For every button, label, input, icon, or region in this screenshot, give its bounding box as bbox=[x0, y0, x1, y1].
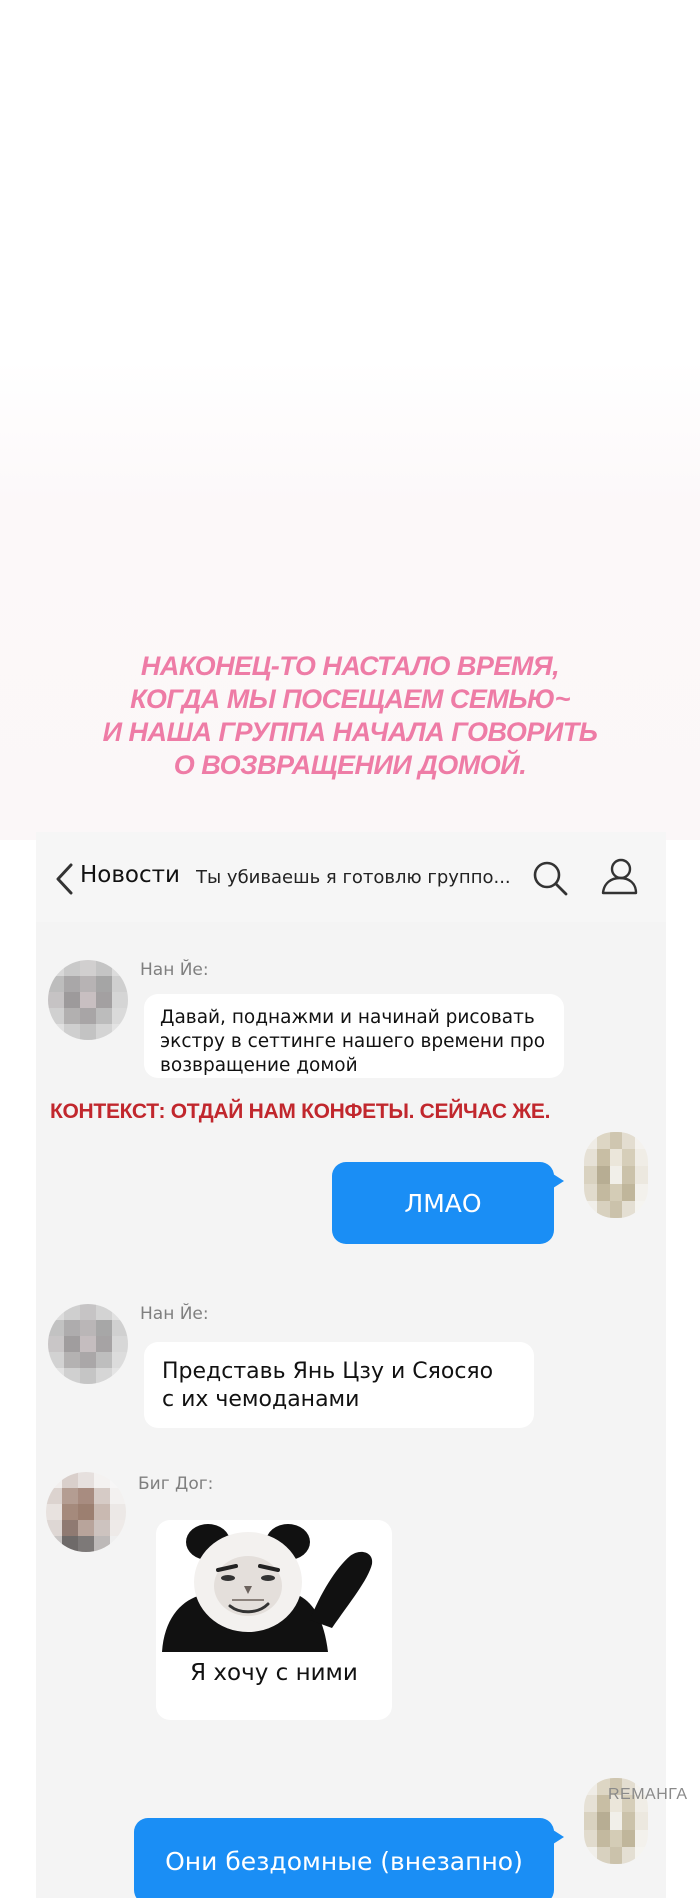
blank-area bbox=[0, 0, 700, 380]
avatar[interactable] bbox=[48, 1304, 128, 1384]
narration-caption: Наконец-то настало время, когда мы посещ… bbox=[0, 650, 700, 782]
context-note: Контекст: Отдай нам конфеты. Сейчас же. bbox=[50, 1100, 551, 1123]
message-line: экстру в сеттинге нашего времени про bbox=[160, 1031, 546, 1052]
own-message-bubble[interactable]: ЛМАО bbox=[332, 1162, 554, 1244]
caption-line: о возвращении домой. bbox=[173, 750, 527, 780]
sender-name: Нан Йе: bbox=[140, 960, 209, 980]
sticker-caption: Я хочу с ними bbox=[190, 1660, 358, 1686]
caption-line: когда мы посещаем семью~ bbox=[130, 684, 570, 714]
message-bubble[interactable]: Давай, поднажми и начинай рисовать экстр… bbox=[144, 994, 564, 1078]
message-line: Представь Янь Цзу и Сяосяо bbox=[162, 1359, 494, 1384]
sender-name: Биг Дог: bbox=[138, 1474, 214, 1494]
caption-line: Наконец-то настало время, bbox=[140, 651, 560, 681]
message-line: с их чемоданами bbox=[162, 1387, 360, 1412]
sticker-message[interactable]: Я хочу с ними bbox=[156, 1520, 392, 1720]
chat-screen: Новости Ты убиваешь я готовлю группо... … bbox=[36, 832, 666, 1898]
own-message-bubble[interactable]: Они бездомные (внезапно) bbox=[134, 1818, 554, 1898]
avatar[interactable] bbox=[48, 960, 128, 1040]
message-line: Давай, поднажми и начинай рисовать bbox=[160, 1007, 535, 1028]
bubble-tail bbox=[550, 1172, 564, 1190]
watermark: REМАНГА bbox=[608, 1786, 688, 1803]
back-button[interactable]: Новости bbox=[80, 862, 180, 888]
avatar[interactable] bbox=[46, 1472, 126, 1552]
chat-header: Новости Ты убиваешь я готовлю группо... bbox=[36, 832, 666, 922]
chat-title: Ты убиваешь я готовлю группо... bbox=[196, 867, 511, 888]
message-bubble[interactable]: Представь Янь Цзу и Сяосяо с их чемодана… bbox=[144, 1342, 534, 1428]
profile-icon[interactable] bbox=[598, 856, 640, 896]
message-text: Они бездомные (внезапно) bbox=[165, 1846, 523, 1876]
caption-line: и наша группа начала говорить bbox=[102, 717, 598, 747]
sender-name: Нан Йе: bbox=[140, 1304, 209, 1324]
search-icon[interactable] bbox=[530, 858, 570, 898]
chevron-left-icon[interactable] bbox=[54, 862, 74, 896]
own-avatar[interactable] bbox=[584, 1132, 648, 1218]
panda-meme-sticker bbox=[160, 1524, 388, 1652]
message-line: возвращение домой bbox=[160, 1055, 358, 1076]
message-text: ЛМАО bbox=[404, 1188, 482, 1218]
bubble-tail bbox=[550, 1828, 564, 1846]
